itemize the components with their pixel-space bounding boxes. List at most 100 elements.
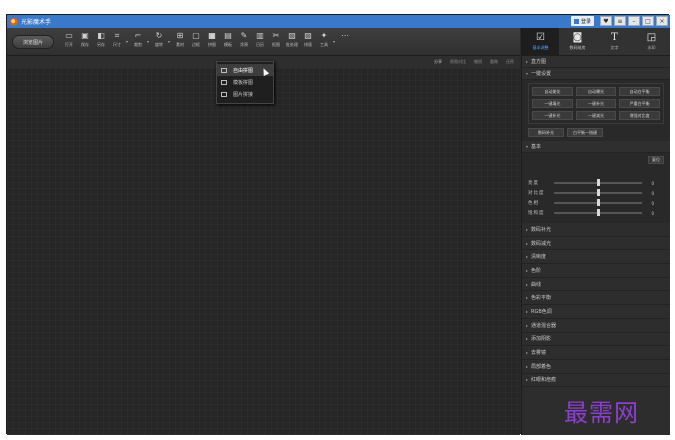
- tool-calendar-label: 日历: [256, 42, 264, 47]
- chevron-right-icon: ▸: [526, 226, 529, 232]
- tool-save-button[interactable]: ▣ 保存: [78, 31, 92, 53]
- subbar-item-2[interactable]: 撤销: [474, 59, 482, 65]
- panel-tab-icon: T: [611, 31, 618, 43]
- dropdown-item-label: 自由拼图: [233, 67, 254, 74]
- tool-doodle-button[interactable]: ✎ 涂鸦: [237, 31, 251, 53]
- tool-border-button[interactable]: ▢ 边框: [189, 31, 203, 53]
- onekey-extra-button-1[interactable]: 白平衡一指键: [567, 128, 603, 137]
- section-header-9[interactable]: ▸ 去雾镜: [522, 346, 670, 360]
- tool-calendar-button[interactable]: ▥ 日历: [253, 31, 267, 53]
- reset-button[interactable]: 复位: [648, 156, 664, 164]
- tool-material-button[interactable]: ⊞ 素材: [173, 31, 187, 53]
- tool-tools-button[interactable]: ✦ 工具: [317, 31, 331, 53]
- section-header-2[interactable]: ▸ 清晰度: [522, 250, 670, 265]
- subbar-item-0[interactable]: 分享: [434, 59, 442, 65]
- puzzle-mode-icon: [221, 67, 227, 73]
- section-header-0[interactable]: ▸ 数码补光: [522, 223, 670, 237]
- tool-saveas-button[interactable]: ◧ 另存: [94, 31, 108, 53]
- subbar-item-4[interactable]: 还原: [506, 59, 514, 65]
- onekey-button-6[interactable]: 一键补光: [532, 111, 573, 120]
- collapsed-sections: ▸ 数码补光 ▸ 数码减光 ▸ 清晰度 ▸ 色阶 ▸ 曲线 ▸ 色彩平衡 ▸ RGB色调 ▸ 通道混合器 ▸ 添加…: [522, 223, 670, 388]
- section-header-3[interactable]: ▸ 色阶: [522, 264, 670, 278]
- panel-tab-3[interactable]: ◲ 水印: [633, 28, 670, 55]
- tool-doodle-icon: ✎: [240, 31, 248, 40]
- tool-rotate-chevron-down-icon[interactable]: ▾: [168, 39, 172, 53]
- slider-thumb[interactable]: [596, 179, 600, 186]
- panel-tab-1[interactable]: ◙ 数码暗房: [559, 28, 596, 55]
- chevron-right-icon: ▸: [526, 322, 529, 328]
- onekey-button-3[interactable]: 一键填光: [532, 99, 573, 108]
- section-header-1[interactable]: ▸ 数码减光: [522, 236, 670, 251]
- histogram-section-header[interactable]: ▸ 直方图: [522, 56, 670, 68]
- section-header-5[interactable]: ▸ 色彩平衡: [522, 291, 670, 306]
- chevron-right-icon: ▸: [526, 281, 529, 287]
- section-label: 曲线: [531, 281, 542, 288]
- tool-saveas-icon: ◧: [97, 31, 105, 40]
- tool-typeset-button[interactable]: ▨ 排版: [301, 31, 315, 53]
- favorite-button[interactable]: ♥: [600, 16, 612, 26]
- tool-tools-chevron-down-icon[interactable]: ▾: [333, 39, 337, 53]
- onekey-button-2[interactable]: 自动白平衡: [619, 87, 660, 96]
- subbar-item-1[interactable]: 原图对比: [450, 59, 466, 65]
- tool-batch-button[interactable]: ▧ 批处理: [285, 31, 299, 53]
- slider-track[interactable]: [554, 199, 642, 206]
- slider-thumb[interactable]: [596, 189, 600, 196]
- chevron-right-icon: ▸: [526, 240, 529, 246]
- section-header-7[interactable]: ▸ 通道混合器: [522, 318, 670, 333]
- tool-size-chevron-down-icon[interactable]: ▾: [126, 39, 130, 53]
- chevron-right-icon: ▸: [526, 267, 529, 273]
- onekey-button-7[interactable]: 一键减光: [575, 111, 617, 120]
- maximize-button[interactable]: □: [642, 16, 654, 26]
- image-canvas[interactable]: [7, 68, 520, 435]
- login-button[interactable]: 登录: [570, 16, 594, 26]
- onekey-button-8[interactable]: 增强对比度: [619, 111, 660, 120]
- tool-list: ▭ 打开 ▣ 保存 ◧ 另存 ⌗ 尺寸 ▾ ⌐ 裁剪 ▾ ↻ 旋转 ▾ ⊞ 素材 ▢ 边框 ▦ 拼图 ▤ 模板 ✎ 涂鸦 ▥ 日历 ✂…: [62, 31, 354, 53]
- slider-track[interactable]: [554, 179, 642, 186]
- section-header-10[interactable]: ▸ 局部着色: [522, 359, 670, 374]
- menu-button[interactable]: ≡: [614, 16, 626, 26]
- tool-rotate-button[interactable]: ↻ 旋转: [152, 31, 166, 53]
- browse-pictures-button[interactable]: 浏览图片: [12, 35, 54, 49]
- tool-open-button[interactable]: ▭ 打开: [62, 31, 76, 53]
- close-button[interactable]: ×: [656, 16, 668, 26]
- tool-puzzle-button[interactable]: ▦ 拼图: [205, 31, 219, 53]
- chevron-right-icon: ▸: [526, 308, 529, 314]
- basic-section-header[interactable]: ▾ 基本: [522, 141, 670, 153]
- slider-track[interactable]: [554, 189, 642, 196]
- tool-size-button[interactable]: ⌗ 尺寸: [110, 31, 124, 53]
- section-header-8[interactable]: ▸ 添加阴影: [522, 332, 670, 347]
- tool-crop-button[interactable]: ⌐ 裁剪: [131, 31, 145, 53]
- histogram-label: 直方图: [531, 59, 547, 65]
- dropdown-item-2[interactable]: 图片拼接: [217, 88, 273, 100]
- tool-batch-label: 批处理: [286, 42, 298, 47]
- slider-thumb[interactable]: [596, 209, 600, 216]
- section-label: RGB色调: [531, 308, 552, 315]
- dropdown-item-label: 模板拼图: [233, 79, 254, 86]
- section-label: 红眼和痘痕: [531, 377, 557, 384]
- slider-track[interactable]: [554, 209, 642, 216]
- onekey-button-0[interactable]: 自动美化: [532, 87, 573, 96]
- panel-tab-0[interactable]: ☑ 基本调整: [522, 28, 559, 55]
- section-header-6[interactable]: ▸ RGB色调: [522, 305, 670, 319]
- window-controls: 登录 ♥ ≡ – □ ×: [570, 16, 668, 26]
- tool-more-button[interactable]: ⋯: [338, 31, 352, 53]
- onekey-button-4[interactable]: 一键补光: [575, 99, 617, 108]
- panel-tab-2[interactable]: T 文字: [596, 28, 633, 55]
- chevron-right-icon: ▸: [526, 377, 529, 383]
- onekey-section-header[interactable]: ▾ 一键设置: [522, 68, 670, 80]
- onekey-button-1[interactable]: 自动曝光: [575, 87, 617, 96]
- tool-save-label: 保存: [81, 42, 89, 47]
- slider-thumb[interactable]: [596, 199, 600, 206]
- tool-cutout-icon: ✂: [272, 31, 280, 40]
- onekey-extra-button-0[interactable]: 数码补光: [528, 128, 564, 137]
- section-header-11[interactable]: ▸ 红眼和痘痕: [522, 373, 670, 388]
- tool-crop-chevron-down-icon[interactable]: ▾: [147, 39, 151, 53]
- onekey-button-5[interactable]: 严重白平衡: [619, 99, 660, 108]
- tool-cutout-button[interactable]: ✂ 抠图: [269, 31, 283, 53]
- section-header-4[interactable]: ▸ 曲线: [522, 277, 670, 292]
- dropdown-item-1[interactable]: 模板拼图: [217, 76, 273, 88]
- subbar-item-3[interactable]: 重做: [490, 59, 498, 65]
- minimize-button[interactable]: –: [628, 16, 640, 26]
- slider-row-2: 色相 0: [528, 199, 658, 207]
- tool-template-button[interactable]: ▤ 模板: [221, 31, 235, 53]
